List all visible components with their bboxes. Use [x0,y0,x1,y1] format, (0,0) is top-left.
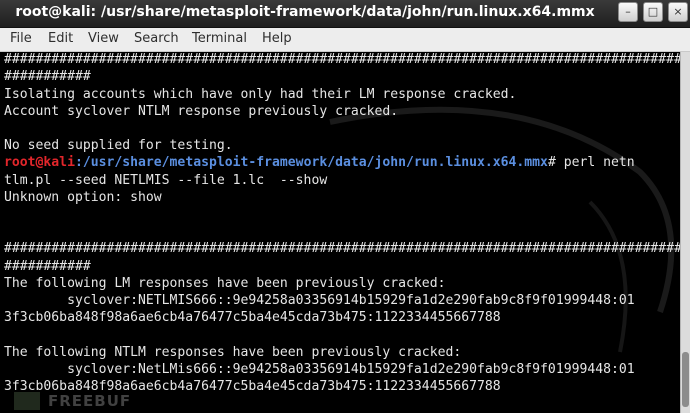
menu-terminal[interactable]: Terminal [192,31,247,46]
terminal-line: ########### [4,259,91,274]
terminal-line: ########### [4,69,91,84]
terminal-line: syclover:NETLMIS666::9e94258a03356914b15… [4,293,635,308]
close-button[interactable]: × [668,2,688,22]
maximize-button[interactable]: □ [643,2,663,22]
prompt-symbol: # [547,155,564,170]
watermark-text: FREEBUF [48,392,132,410]
menu-search[interactable]: Search [134,31,179,46]
menu-edit[interactable]: Edit [48,31,73,46]
prompt-path: :/usr/share/metasploit-framework/data/jo… [74,155,548,170]
menu-help[interactable]: Help [262,31,292,46]
menu-file[interactable]: File [10,31,32,46]
terminal-line: The following LM responses have been pre… [4,276,446,291]
terminal-line: Unknown option: show [4,190,162,205]
terminal-line: tlm.pl --seed NETLMIS --file 1.lc --show [4,173,328,188]
terminal-scrollbar[interactable] [680,52,690,413]
window-title: root@kali: /usr/share/metasploit-framewo… [15,4,595,20]
terminal-prompt-line: root@kali:/usr/share/metasploit-framewor… [4,155,635,171]
terminal-line: The following NTLM responses have been p… [4,345,462,360]
terminal-line: ########################################… [4,241,680,256]
terminal-line: ########################################… [4,52,680,67]
scrollbar-thumb[interactable] [682,352,689,407]
terminal-line: syclover:NetLMis666::9e94258a03356914b15… [4,362,635,377]
terminal-line: No seed supplied for testing. [4,138,233,153]
menu-view[interactable]: View [88,31,119,46]
terminal-line: Account syclover NTLM response previousl… [4,104,399,119]
menubar: File Edit View Search Terminal Help [0,28,690,52]
terminal-line: Isolating accounts which have only had t… [4,87,517,102]
watermark-logo-icon [14,392,40,410]
terminal-line: 3f3cb06ba848f98a6ae6cb4a76477c5ba4e45cda… [4,310,501,325]
terminal-output[interactable]: ########################################… [0,52,680,413]
window-titlebar[interactable]: root@kali: /usr/share/metasploit-framewo… [0,0,690,28]
prompt-user-host: root@kali [4,155,75,170]
minimize-button[interactable]: – [618,2,638,22]
prompt-command: perl netn [563,155,635,170]
